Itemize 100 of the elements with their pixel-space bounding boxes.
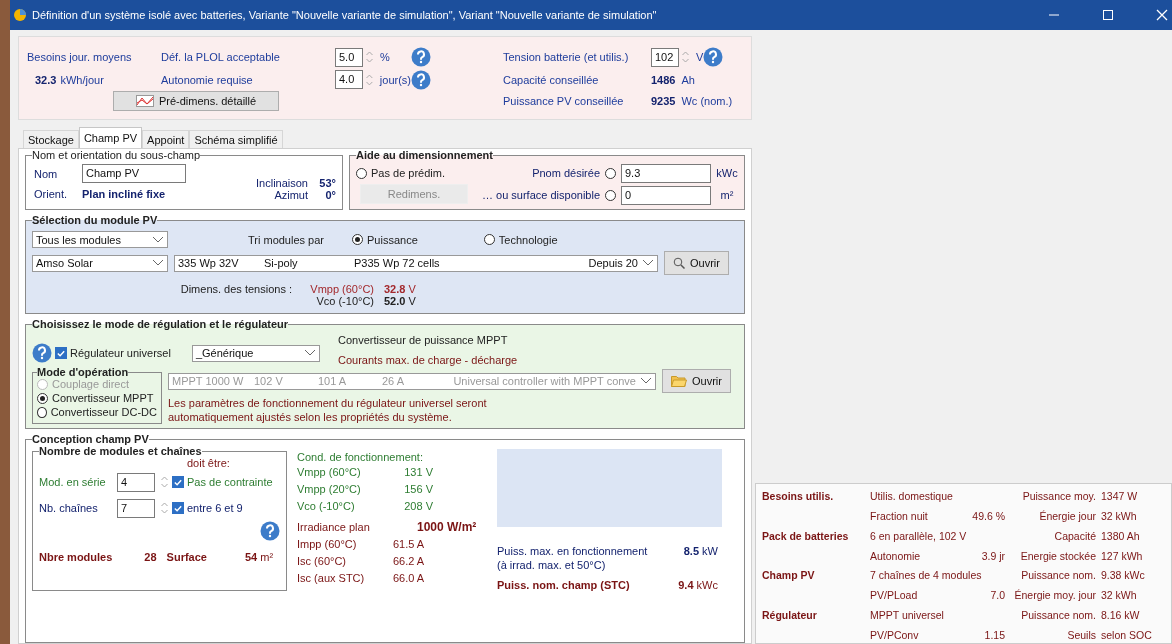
- group-title: Aide au dimensionnement: [356, 149, 493, 161]
- chevron-down-icon: [152, 235, 164, 244]
- filter-dropdown[interactable]: Tous les modules: [32, 231, 168, 248]
- group-title: Nom et orientation du sous-champ: [32, 149, 201, 161]
- open-button[interactable]: Ouvrir: [662, 369, 731, 393]
- autonomy-input[interactable]: 4.0: [335, 70, 363, 89]
- value-input[interactable]: 0: [621, 185, 711, 205]
- module-dropdown[interactable]: 335 Wp 32V Si-poly P335 Wp 72 cells Depuis 20: [174, 254, 658, 272]
- summary-item: PV/PConv: [870, 628, 919, 641]
- help-icon[interactable]: [703, 47, 724, 67]
- capacity-value: 1486: [651, 73, 676, 86]
- battery-voltage-label: Tension batterie (et utilis.): [503, 51, 630, 63]
- voltage-unit: V: [696, 51, 704, 63]
- brand-dropdown[interactable]: _Générique: [191, 344, 320, 362]
- plol-input[interactable]: 5.0: [335, 47, 363, 67]
- maximize-icon[interactable]: [1102, 9, 1114, 21]
- value-input[interactable]: 9.3: [621, 163, 711, 183]
- radio-button[interactable]: [605, 189, 616, 201]
- summary-item: Autonomie: [870, 549, 921, 562]
- chevron-down-icon: [152, 259, 164, 267]
- condition-value: 131 V: [403, 466, 433, 478]
- module-technology: Si-poly: [264, 257, 299, 269]
- max-power-label: Puiss. max. en fonctionnement: [497, 545, 648, 557]
- open-button[interactable]: Ouvrir: [664, 251, 729, 275]
- summary-label: Énergie jour: [1038, 509, 1096, 522]
- summary-value: 127 kWh: [1100, 549, 1144, 562]
- capacity-label: Capacité conseillée: [503, 73, 600, 86]
- radio-button[interactable]: [37, 406, 47, 418]
- regulator-note: Les paramètres de fonctionnement du régulateur universel seront: [168, 396, 488, 410]
- group-title: Sélection du module PV: [32, 214, 158, 226]
- vmpp-unit: V: [408, 283, 416, 295]
- summary-label: Capacité: [1053, 529, 1096, 542]
- tilt-label: Inclinaison: [256, 177, 308, 189]
- summary-value: 1347 W: [1100, 490, 1139, 502]
- count-input[interactable]: 4: [117, 472, 155, 492]
- tab[interactable]: Appoint: [142, 130, 190, 148]
- radio-button[interactable]: [605, 167, 616, 179]
- help-icon[interactable]: [32, 343, 52, 363]
- count-label: Nb. chaînes: [39, 502, 99, 514]
- summary-value: selon SOC: [1100, 628, 1153, 641]
- condition-label: Vmpp (60°C): [297, 466, 362, 478]
- option-label: Pas de prédim.: [371, 167, 445, 179]
- checkbox[interactable]: [172, 502, 184, 514]
- needs-value: 32.3: [35, 73, 57, 86]
- predim-button[interactable]: Pré-dimens. détaillé: [113, 90, 279, 111]
- current-value: 66.2 A: [393, 555, 425, 567]
- name-label: Nom: [34, 167, 59, 180]
- tab[interactable]: Schéma simplifié: [189, 130, 283, 148]
- radio-button[interactable]: [483, 234, 495, 245]
- voc-unit: V: [408, 295, 416, 307]
- radio-button[interactable]: [352, 234, 363, 245]
- voltage-label: Dimens. des tensions :: [179, 283, 292, 295]
- tab[interactable]: Stockage: [23, 130, 79, 148]
- constraint-label: Pas de contrainte: [187, 476, 273, 488]
- condition-value: 156 V: [403, 483, 433, 495]
- group-title: Nombre de modules et chaînes: [39, 445, 202, 457]
- summary-item: PV/PLoad: [870, 589, 918, 602]
- count-label: Mod. en série: [39, 476, 107, 488]
- summary-heading: Pack de batteries: [762, 529, 849, 542]
- summary-value: 32 kWh: [1100, 509, 1138, 522]
- manufacturer-dropdown[interactable]: Amso Solar: [32, 254, 168, 272]
- summary-label: Seuils: [1066, 628, 1096, 641]
- name-input[interactable]: Champ PV: [82, 164, 186, 183]
- surface-value: 54: [244, 551, 258, 563]
- radio-button[interactable]: [356, 167, 367, 179]
- option-label: Couplage direct: [52, 378, 130, 390]
- condition-label: Vco (-10°C): [297, 500, 356, 512]
- tab[interactable]: Champ PV: [78, 127, 143, 148]
- help-icon[interactable]: [411, 47, 431, 67]
- nominal-power-unit: kWc: [696, 579, 718, 591]
- group-title: Mode d'opération: [37, 366, 129, 378]
- folder-icon: [671, 375, 687, 387]
- irradiance-value: 1000 W/m²: [417, 520, 477, 534]
- summary-heading: Régulateur: [762, 609, 817, 622]
- nominal-power-label: Puiss. nom. champ (STC): [497, 579, 630, 591]
- radio-button[interactable]: [37, 392, 48, 404]
- summary-item-value: 49.6 %: [972, 509, 1005, 522]
- summary-label: Puissance nom.: [1020, 569, 1096, 582]
- battery-voltage-input[interactable]: 102: [651, 47, 679, 67]
- current-label: Isc (60°C): [297, 555, 348, 567]
- vmpp-value: 32.8: [384, 283, 406, 295]
- surface-unit: m²: [260, 551, 274, 563]
- group-title: Conception champ PV: [32, 433, 149, 445]
- checkbox[interactable]: [55, 347, 67, 359]
- pv-power-label: Puissance PV conseillée: [503, 94, 625, 107]
- summary-item: Utilis. domestique: [870, 490, 953, 502]
- help-icon[interactable]: [411, 69, 431, 90]
- app-logo-icon: [14, 9, 26, 21]
- summary-item-value: 7.0: [990, 589, 1005, 602]
- must-be-label: doit être:: [186, 457, 231, 469]
- chevron-down-icon: [303, 349, 316, 357]
- checkbox[interactable]: [172, 476, 184, 488]
- close-icon[interactable]: [1156, 9, 1168, 21]
- summary-heading: Besoins utilis.: [762, 490, 834, 502]
- conditions-title: Cond. de fonctionnement:: [297, 451, 424, 463]
- count-input[interactable]: 7: [117, 498, 155, 518]
- orient-label: Orient.: [34, 188, 68, 200]
- summary-heading: Champ PV: [762, 569, 815, 582]
- modules-value: 28: [144, 551, 157, 563]
- help-icon[interactable]: [260, 521, 280, 541]
